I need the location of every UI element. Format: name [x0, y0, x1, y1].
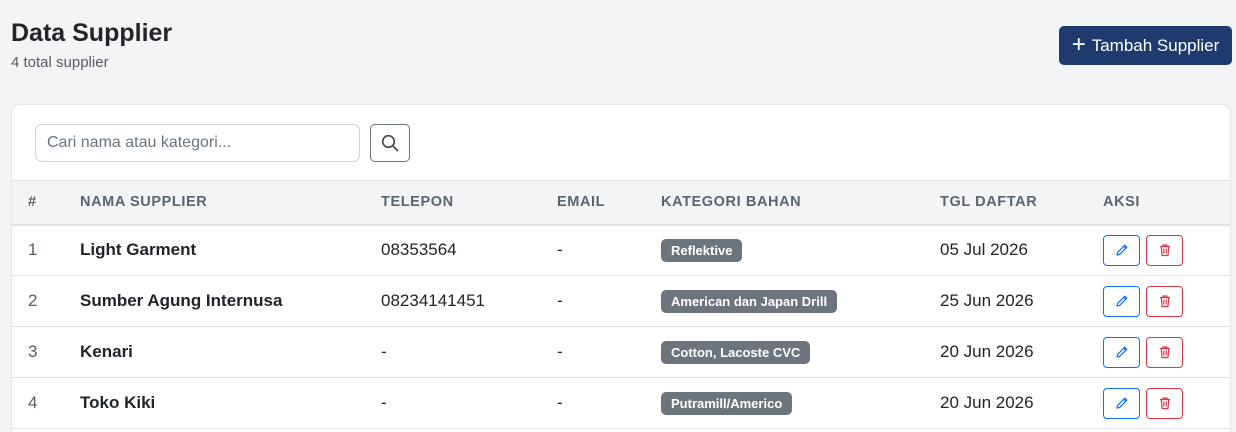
search-button[interactable]: [370, 124, 410, 162]
column-header-email: EMAIL: [557, 194, 606, 211]
table-row: 1 Light Garment 08353564 - Reflektive 05…: [12, 225, 1230, 276]
supplier-phone: -: [381, 342, 387, 361]
edit-button[interactable]: [1103, 336, 1140, 368]
supplier-phone: 08353564: [381, 240, 457, 260]
actions-cell: [1103, 378, 1230, 429]
category-badge: Putramill/Americo: [661, 391, 793, 415]
add-supplier-label: Tambah Supplier: [1091, 35, 1220, 55]
column-header-num: #: [28, 194, 37, 211]
trash-icon: [1159, 295, 1170, 308]
column-header-actions: AKSI: [1103, 194, 1141, 211]
category-cell: American dan Japan Drill: [661, 276, 940, 327]
column-header-date: TGL DAFTAR: [940, 194, 1038, 211]
registered-date: 20 Jun 2026: [940, 342, 1034, 361]
pencil-icon: [1115, 244, 1127, 256]
supplier-name: Kenari: [80, 342, 133, 361]
supplier-email: -: [557, 291, 563, 310]
trash-icon: [1159, 244, 1170, 257]
page-header: Data Supplier 4 total supplier + Tambah …: [11, 18, 1232, 78]
supplier-name: Light Garment: [80, 240, 197, 260]
registered-date: 05 Jul 2026: [940, 240, 1028, 260]
category-cell: Cotton, Lacoste CVC: [661, 327, 940, 378]
supplier-email: -: [557, 342, 563, 361]
table-row: 2 Sumber Agung Internusa 08234141451 - A…: [12, 276, 1230, 327]
edit-button[interactable]: [1103, 285, 1140, 317]
supplier-phone: -: [381, 393, 387, 412]
table-row: 4 Toko Kiki - - Putramill/Americo 20 Jun…: [12, 378, 1230, 429]
page-subtitle: 4 total supplier: [11, 54, 109, 71]
supplier-phone: 08234141451: [381, 291, 486, 310]
trash-icon: [1159, 397, 1170, 410]
row-number: 1: [28, 240, 38, 260]
column-header-name: NAMA SUPPLIER: [80, 194, 208, 211]
row-number: 2: [28, 291, 38, 310]
actions-cell: [1103, 327, 1230, 378]
search-input[interactable]: [35, 124, 360, 162]
column-header-category: KATEGORI BAHAN: [661, 194, 802, 211]
page-title: Data Supplier: [11, 19, 173, 47]
actions-cell: [1103, 225, 1230, 276]
add-supplier-button[interactable]: + Tambah Supplier: [1059, 26, 1232, 65]
supplier-name: Toko Kiki: [80, 393, 156, 412]
supplier-card: # NAMA SUPPLIER TELEPON EMAIL KATEGORI B…: [11, 104, 1231, 432]
category-badge: Cotton, Lacoste CVC: [661, 340, 811, 364]
delete-button[interactable]: [1146, 336, 1183, 368]
table-header-row: # NAMA SUPPLIER TELEPON EMAIL KATEGORI B…: [12, 180, 1230, 225]
row-number: 4: [28, 393, 38, 412]
pencil-icon: [1115, 346, 1127, 358]
column-header-phone: TELEPON: [381, 194, 454, 211]
search-icon: [381, 134, 399, 152]
table-row: 3 Kenari - - Cotton, Lacoste CVC 20 Jun …: [12, 327, 1230, 378]
delete-button[interactable]: [1146, 234, 1183, 266]
supplier-email: -: [557, 240, 563, 260]
search-bar: [35, 124, 410, 162]
supplier-email: -: [557, 393, 563, 412]
delete-button[interactable]: [1146, 387, 1183, 419]
registered-date: 20 Jun 2026: [940, 393, 1034, 412]
trash-icon: [1159, 346, 1170, 359]
supplier-table: # NAMA SUPPLIER TELEPON EMAIL KATEGORI B…: [12, 180, 1230, 429]
supplier-name: Sumber Agung Internusa: [80, 291, 283, 310]
edit-button[interactable]: [1103, 234, 1140, 266]
pencil-icon: [1115, 295, 1127, 307]
pencil-icon: [1115, 397, 1127, 409]
plus-icon: +: [1071, 30, 1086, 58]
category-cell: Putramill/Americo: [661, 378, 940, 429]
actions-cell: [1103, 276, 1230, 327]
category-cell: Reflektive: [661, 225, 940, 276]
edit-button[interactable]: [1103, 387, 1140, 419]
registered-date: 25 Jun 2026: [940, 291, 1034, 310]
row-number: 3: [28, 342, 38, 361]
category-badge: Reflektive: [661, 238, 743, 262]
delete-button[interactable]: [1146, 285, 1183, 317]
category-badge: American dan Japan Drill: [661, 289, 838, 313]
